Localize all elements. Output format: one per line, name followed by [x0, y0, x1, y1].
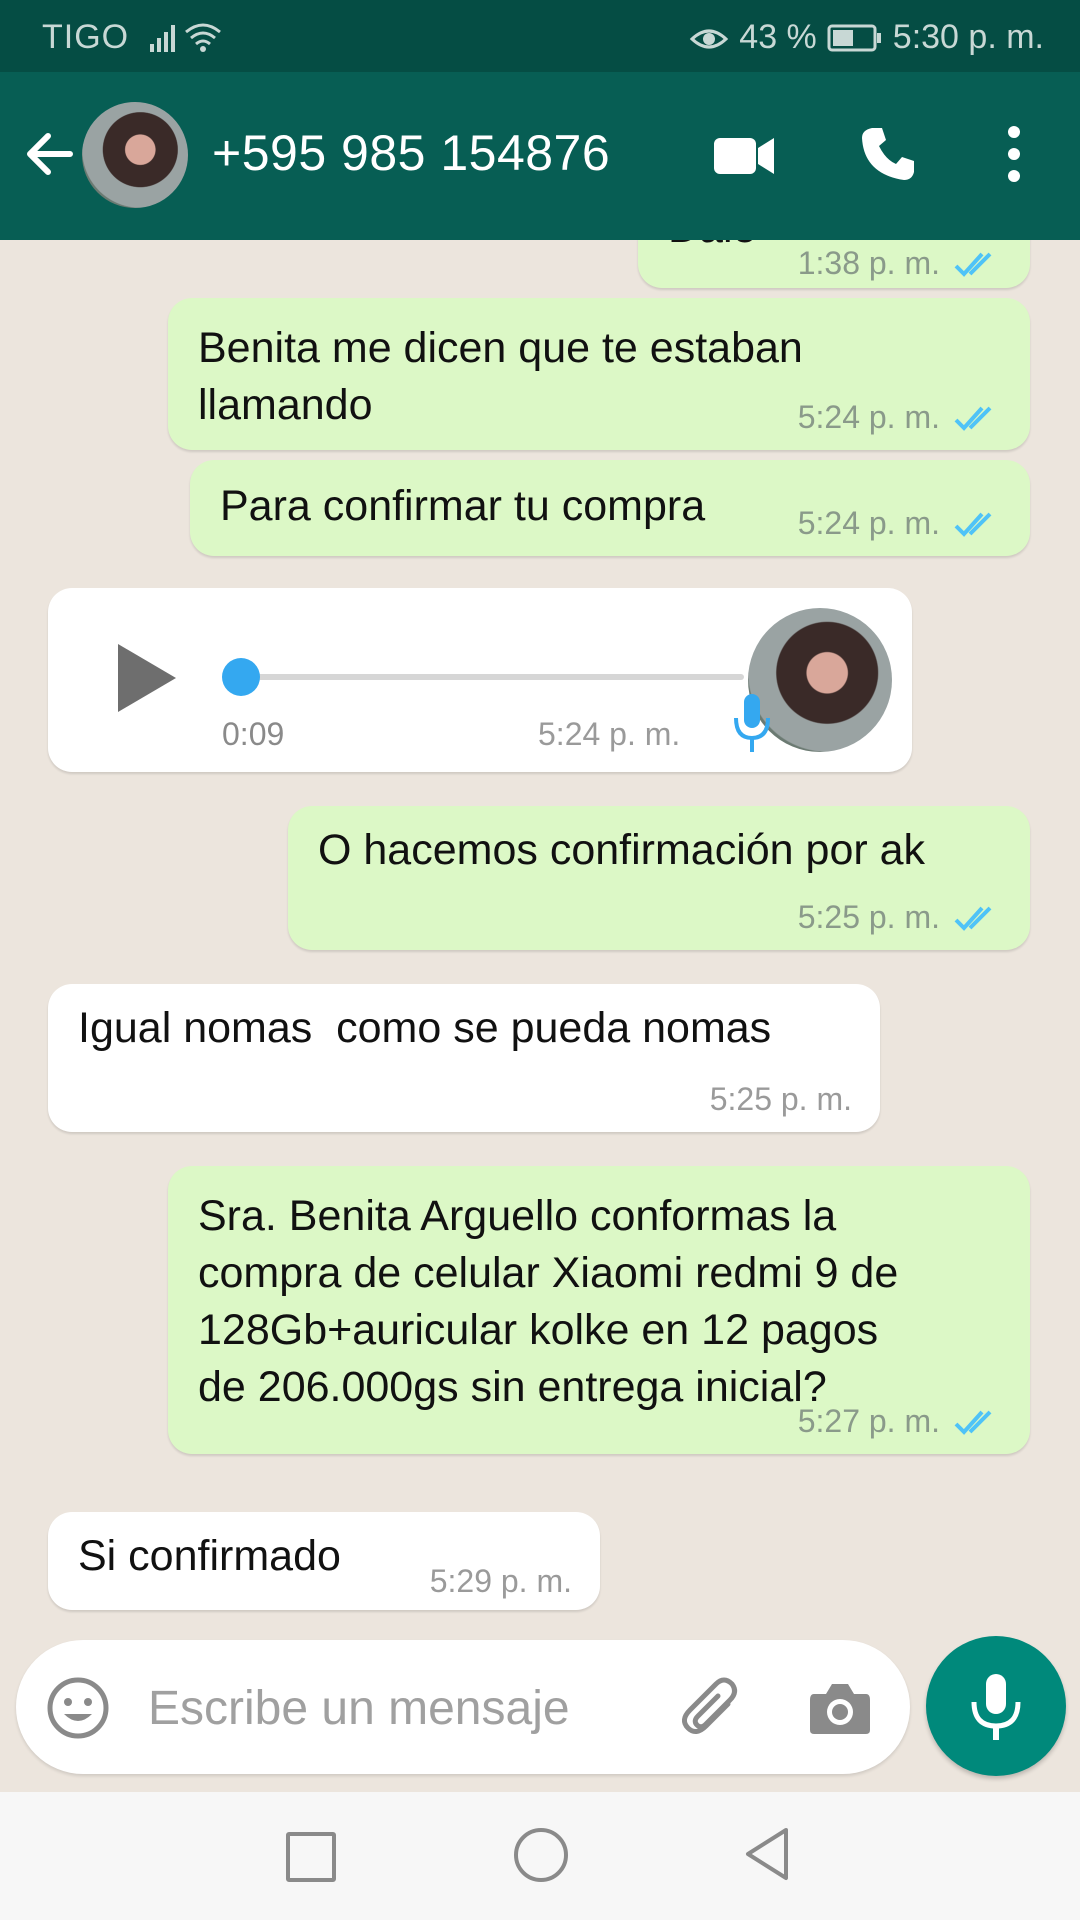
battery-icon — [827, 24, 881, 51]
mic-icon — [971, 1674, 1021, 1740]
attach-icon[interactable] — [676, 1674, 746, 1744]
message-line: Benita me dicen que te estaban — [198, 324, 803, 372]
voice-progress-handle[interactable] — [222, 658, 260, 696]
message-bubble[interactable]: Dale 1:38 p. m. — [638, 240, 1030, 288]
message-text: Para confirmar tu compra — [220, 482, 706, 530]
status-right: 43 % 5:30 p. m. — [689, 18, 1044, 57]
message-text: Sra. Benita Arguello conformas la compra… — [198, 1188, 898, 1416]
message-input[interactable] — [146, 1674, 650, 1742]
message-text: Igual nomas como se pueda nomas — [78, 1004, 772, 1052]
battery-percent: 43 % — [739, 18, 817, 56]
chat-area[interactable]: Dale 1:38 p. m. Benita me dicen que te e… — [0, 240, 1080, 1640]
contact-name[interactable]: +595 985 154876 — [212, 124, 610, 182]
message-line: Sra. Benita Arguello conformas la — [198, 1192, 837, 1240]
message-time: 5:25 p. m. — [709, 1081, 852, 1117]
message-text: Dale — [668, 240, 756, 257]
recents-button[interactable] — [286, 1832, 336, 1882]
message-line: de 206.000gs sin entrega inicial? — [198, 1363, 827, 1411]
message-bubble[interactable]: O hacemos confirmación por ak 5:25 p. m. — [288, 806, 1030, 950]
message-meta: 5:24 p. m. — [798, 399, 1002, 436]
message-time: 1:38 p. m. — [797, 245, 940, 281]
message-bubble[interactable]: Sra. Benita Arguello conformas la compra… — [168, 1166, 1030, 1454]
message-bubble[interactable]: Igual nomas como se pueda nomas 5:25 p. … — [48, 984, 880, 1132]
video-call-icon[interactable] — [712, 134, 776, 178]
read-ticks-icon — [954, 252, 992, 277]
read-ticks-icon — [954, 906, 992, 931]
message-time: 5:24 p. m. — [797, 505, 940, 541]
more-vert-icon[interactable] — [1000, 122, 1028, 186]
read-ticks-icon — [954, 512, 992, 537]
contact-avatar[interactable] — [82, 102, 188, 208]
message-meta: 5:25 p. m. — [798, 899, 1002, 936]
mic-small-icon — [734, 694, 770, 752]
voice-progress-track[interactable] — [238, 674, 744, 680]
chat-header: +595 985 154876 — [0, 72, 1080, 240]
camera-icon[interactable] — [808, 1678, 872, 1738]
system-nav-bar — [0, 1792, 1080, 1920]
back-arrow-icon[interactable] — [20, 124, 80, 184]
message-time: 5:24 p. m. — [538, 716, 681, 752]
message-composer — [16, 1640, 910, 1774]
message-meta: 5:29 p. m. — [430, 1563, 572, 1600]
message-meta: 5:25 p. m. — [710, 1081, 852, 1118]
message-time: 5:29 p. m. — [429, 1563, 572, 1599]
message-time: 5:25 p. m. — [797, 899, 940, 935]
play-icon[interactable] — [112, 640, 182, 716]
message-time: 5:24 p. m. — [797, 399, 940, 435]
message-meta: 5:24 p. m. — [798, 505, 1002, 542]
clock: 5:30 p. m. — [892, 18, 1044, 56]
carrier-label: TIGO — [42, 18, 130, 56]
emoji-icon[interactable] — [46, 1676, 110, 1740]
message-bubble[interactable]: Si confirmado 5:29 p. m. — [48, 1512, 600, 1610]
signal-wifi-icon — [150, 23, 221, 52]
message-line: 128Gb+auricular kolke en 12 pagos — [198, 1306, 879, 1354]
message-line: compra de celular Xiaomi redmi 9 de — [198, 1249, 899, 1297]
message-line: llamando — [198, 381, 373, 429]
message-time: 5:27 p. m. — [797, 1403, 940, 1439]
message-text: Si confirmado — [78, 1532, 341, 1580]
phone-icon[interactable] — [858, 124, 918, 184]
home-button[interactable] — [514, 1828, 568, 1882]
message-meta: 5:27 p. m. — [798, 1403, 1002, 1440]
record-voice-button[interactable] — [926, 1636, 1066, 1776]
nav-back-icon[interactable] — [742, 1826, 792, 1882]
eye-comfort-icon — [690, 29, 729, 48]
message-text: Benita me dicen que te estaban llamando — [198, 320, 803, 434]
read-ticks-icon — [954, 406, 992, 431]
voice-message-bubble[interactable]: 0:09 5:24 p. m. — [48, 588, 912, 772]
message-bubble[interactable]: Benita me dicen que te estaban llamando … — [168, 298, 1030, 450]
message-text: O hacemos confirmación por ak — [318, 826, 926, 874]
message-meta: 1:38 p. m. — [798, 245, 1002, 282]
read-ticks-icon — [954, 1410, 992, 1435]
status-bar: TIGO 43 % 5:30 p. m. — [0, 0, 1080, 72]
message-bubble[interactable]: Para confirmar tu compra 5:24 p. m. — [190, 460, 1030, 556]
voice-duration: 0:09 — [222, 716, 285, 752]
